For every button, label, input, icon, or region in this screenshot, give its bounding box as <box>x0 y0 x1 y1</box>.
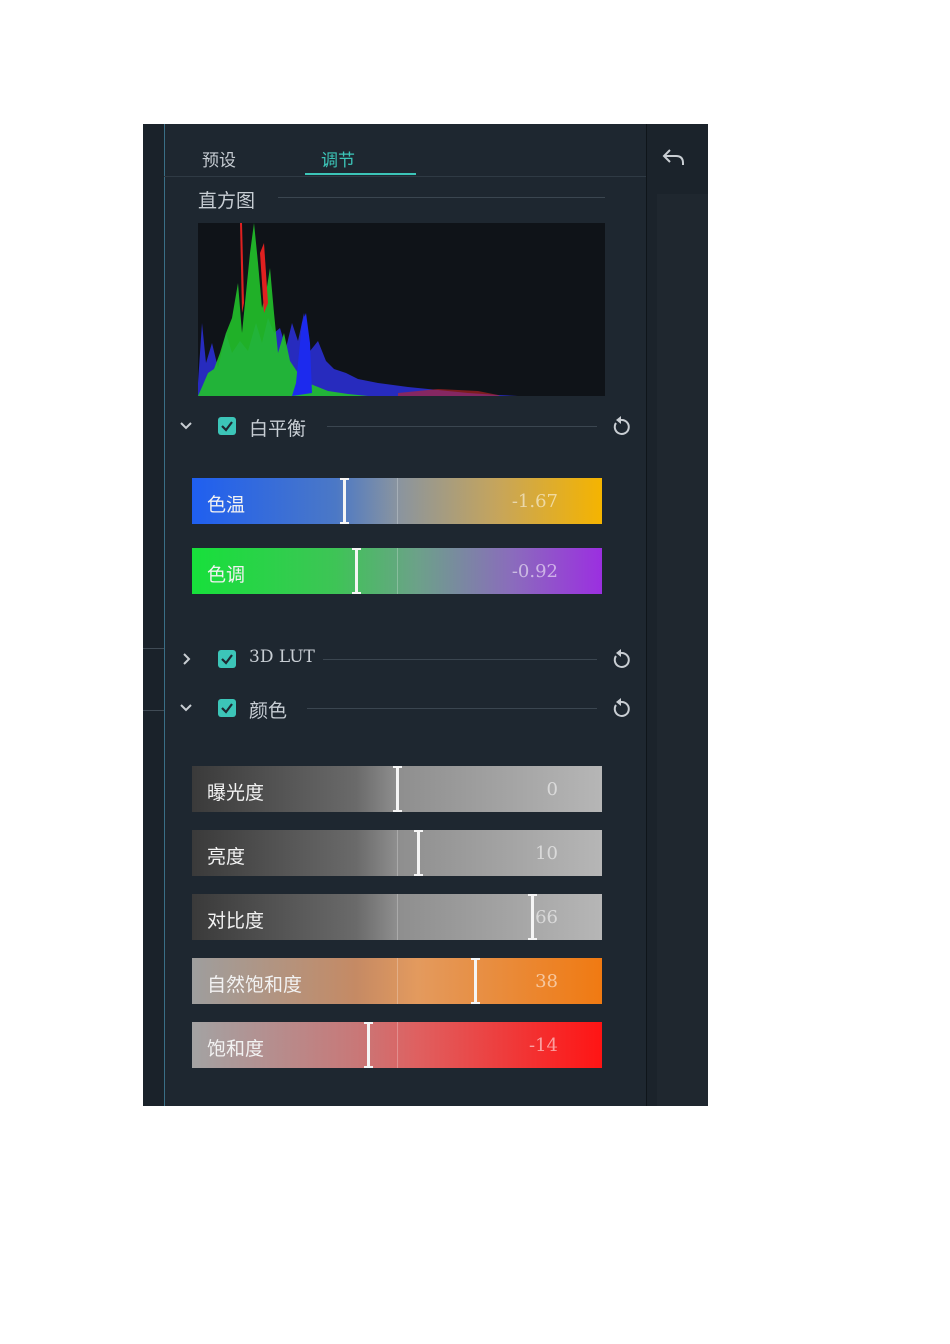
tint-value: -0.92 <box>511 561 558 582</box>
exposure-value: 0 <box>546 779 558 800</box>
reset-icon[interactable] <box>610 414 632 438</box>
divider <box>143 710 164 711</box>
tab-adjust[interactable]: 调节 <box>321 146 355 171</box>
left-edge-panel <box>143 124 165 1106</box>
saturation-label: 饱和度 <box>207 1038 265 1060</box>
checkbox-checked-icon <box>221 421 233 432</box>
white-balance-checkbox[interactable] <box>218 417 236 435</box>
contrast-slider[interactable]: 对比度 66 <box>192 894 602 940</box>
active-tab-indicator <box>305 173 416 175</box>
side-panel-body <box>657 194 708 1106</box>
vibrance-label: 自然饱和度 <box>207 974 303 996</box>
saturation-value: -14 <box>529 1035 558 1056</box>
divider <box>143 648 164 649</box>
temperature-slider[interactable]: 色温 -1.67 <box>192 478 602 524</box>
histogram-green-channel <box>198 223 368 396</box>
exposure-handle[interactable] <box>393 766 402 812</box>
color-label: 颜色 <box>249 700 288 722</box>
brightness-label: 亮度 <box>207 846 246 868</box>
reset-icon[interactable] <box>610 696 632 720</box>
undo-icon[interactable] <box>661 144 687 170</box>
vibrance-slider[interactable]: 自然饱和度 38 <box>192 958 602 1004</box>
exposure-label: 曝光度 <box>207 782 265 804</box>
saturation-slider[interactable]: 饱和度 -14 <box>192 1022 602 1068</box>
vibrance-value: 38 <box>535 971 558 992</box>
histogram-chart <box>198 223 605 396</box>
slider-center-mark <box>397 830 398 876</box>
brightness-handle[interactable] <box>414 830 423 876</box>
slider-center-mark <box>397 958 398 1004</box>
color-adjust-panel: 预设 调节 直方图 白平衡 色温 -1.67 色调 -0.92 3D LUT 颜… <box>143 124 708 1106</box>
tab-bar: 预设 调节 <box>164 124 646 177</box>
temperature-handle[interactable] <box>340 478 349 524</box>
right-side-panel <box>646 124 708 1106</box>
color-checkbox[interactable] <box>218 699 236 717</box>
slider-center-mark <box>397 478 398 524</box>
lut-checkbox[interactable] <box>218 650 236 668</box>
white-balance-header: 白平衡 <box>177 411 630 441</box>
temperature-label: 色温 <box>207 494 246 516</box>
white-balance-label: 白平衡 <box>249 418 307 440</box>
chevron-down-icon[interactable] <box>177 411 195 441</box>
contrast-label: 对比度 <box>207 910 265 932</box>
chevron-down-icon[interactable] <box>177 693 195 723</box>
vibrance-handle[interactable] <box>471 958 480 1004</box>
lut-label: 3D LUT <box>249 647 315 667</box>
temperature-value: -1.67 <box>511 491 558 512</box>
slider-center-mark <box>397 1022 398 1068</box>
divider <box>327 426 597 427</box>
checkbox-checked-icon <box>221 703 233 714</box>
chevron-right-icon[interactable] <box>177 644 195 674</box>
color-header: 颜色 <box>177 693 630 723</box>
saturation-handle[interactable] <box>364 1022 373 1068</box>
tab-presets[interactable]: 预设 <box>202 146 236 171</box>
checkbox-checked-icon <box>221 654 233 665</box>
contrast-handle[interactable] <box>528 894 537 940</box>
contrast-value: 66 <box>535 907 558 928</box>
lut-header: 3D LUT <box>177 644 630 674</box>
undo-icon-graphic <box>662 149 684 165</box>
divider <box>278 197 605 198</box>
slider-center-mark <box>397 894 398 940</box>
tint-slider[interactable]: 色调 -0.92 <box>192 548 602 594</box>
exposure-slider[interactable]: 曝光度 0 <box>192 766 602 812</box>
tint-handle[interactable] <box>352 548 361 594</box>
brightness-value: 10 <box>535 843 558 864</box>
slider-center-mark <box>397 548 398 594</box>
reset-icon[interactable] <box>610 647 632 671</box>
divider <box>323 659 597 660</box>
divider <box>307 708 597 709</box>
histogram-title: 直方图 <box>198 190 256 212</box>
brightness-slider[interactable]: 亮度 10 <box>192 830 602 876</box>
tint-label: 色调 <box>207 564 246 586</box>
